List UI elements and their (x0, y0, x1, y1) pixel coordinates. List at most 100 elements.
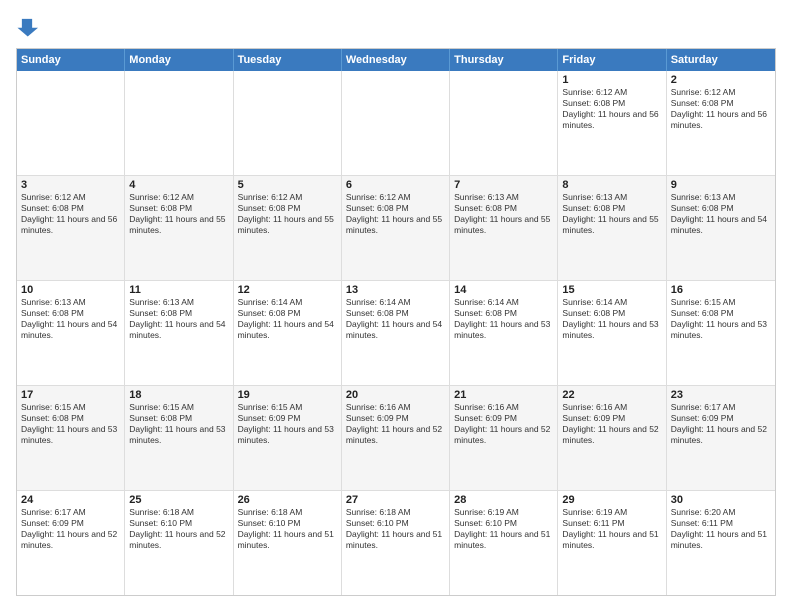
calendar-cell: 5Sunrise: 6:12 AM Sunset: 6:08 PM Daylig… (234, 176, 342, 280)
calendar-row: 10Sunrise: 6:13 AM Sunset: 6:08 PM Dayli… (17, 280, 775, 385)
calendar-cell: 25Sunrise: 6:18 AM Sunset: 6:10 PM Dayli… (125, 491, 233, 595)
calendar-row: 24Sunrise: 6:17 AM Sunset: 6:09 PM Dayli… (17, 490, 775, 595)
calendar-row: 17Sunrise: 6:15 AM Sunset: 6:08 PM Dayli… (17, 385, 775, 490)
day-number: 20 (346, 389, 445, 401)
day-number: 19 (238, 389, 337, 401)
day-info: Sunrise: 6:13 AM Sunset: 6:08 PM Dayligh… (562, 192, 661, 236)
day-number: 10 (21, 284, 120, 296)
calendar-cell: 19Sunrise: 6:15 AM Sunset: 6:09 PM Dayli… (234, 386, 342, 490)
calendar-cell (234, 71, 342, 175)
calendar-cell: 8Sunrise: 6:13 AM Sunset: 6:08 PM Daylig… (558, 176, 666, 280)
day-info: Sunrise: 6:15 AM Sunset: 6:08 PM Dayligh… (129, 402, 228, 446)
calendar-cell (450, 71, 558, 175)
day-info: Sunrise: 6:14 AM Sunset: 6:08 PM Dayligh… (238, 297, 337, 341)
calendar-cell: 24Sunrise: 6:17 AM Sunset: 6:09 PM Dayli… (17, 491, 125, 595)
day-info: Sunrise: 6:13 AM Sunset: 6:08 PM Dayligh… (21, 297, 120, 341)
day-number: 16 (671, 284, 771, 296)
day-number: 14 (454, 284, 553, 296)
day-info: Sunrise: 6:12 AM Sunset: 6:08 PM Dayligh… (129, 192, 228, 236)
calendar-cell: 10Sunrise: 6:13 AM Sunset: 6:08 PM Dayli… (17, 281, 125, 385)
day-info: Sunrise: 6:15 AM Sunset: 6:08 PM Dayligh… (671, 297, 771, 341)
day-info: Sunrise: 6:12 AM Sunset: 6:08 PM Dayligh… (21, 192, 120, 236)
day-info: Sunrise: 6:19 AM Sunset: 6:10 PM Dayligh… (454, 507, 553, 551)
day-info: Sunrise: 6:12 AM Sunset: 6:08 PM Dayligh… (346, 192, 445, 236)
day-number: 30 (671, 494, 771, 506)
day-number: 8 (562, 179, 661, 191)
page: SundayMondayTuesdayWednesdayThursdayFrid… (0, 0, 792, 612)
day-number: 26 (238, 494, 337, 506)
day-number: 7 (454, 179, 553, 191)
calendar-cell: 3Sunrise: 6:12 AM Sunset: 6:08 PM Daylig… (17, 176, 125, 280)
calendar-cell: 18Sunrise: 6:15 AM Sunset: 6:08 PM Dayli… (125, 386, 233, 490)
day-number: 12 (238, 284, 337, 296)
calendar-cell: 14Sunrise: 6:14 AM Sunset: 6:08 PM Dayli… (450, 281, 558, 385)
day-info: Sunrise: 6:14 AM Sunset: 6:08 PM Dayligh… (346, 297, 445, 341)
day-number: 11 (129, 284, 228, 296)
day-number: 18 (129, 389, 228, 401)
calendar-row: 1Sunrise: 6:12 AM Sunset: 6:08 PM Daylig… (17, 71, 775, 175)
day-info: Sunrise: 6:13 AM Sunset: 6:08 PM Dayligh… (454, 192, 553, 236)
header-day-friday: Friday (558, 49, 666, 71)
logo-icon (16, 16, 38, 38)
day-number: 1 (562, 74, 661, 86)
header-day-tuesday: Tuesday (234, 49, 342, 71)
header-day-saturday: Saturday (667, 49, 775, 71)
calendar-cell: 21Sunrise: 6:16 AM Sunset: 6:09 PM Dayli… (450, 386, 558, 490)
day-number: 3 (21, 179, 120, 191)
day-number: 27 (346, 494, 445, 506)
calendar-cell: 6Sunrise: 6:12 AM Sunset: 6:08 PM Daylig… (342, 176, 450, 280)
calendar-cell: 12Sunrise: 6:14 AM Sunset: 6:08 PM Dayli… (234, 281, 342, 385)
calendar-cell: 7Sunrise: 6:13 AM Sunset: 6:08 PM Daylig… (450, 176, 558, 280)
day-info: Sunrise: 6:16 AM Sunset: 6:09 PM Dayligh… (454, 402, 553, 446)
day-number: 6 (346, 179, 445, 191)
day-number: 9 (671, 179, 771, 191)
day-info: Sunrise: 6:16 AM Sunset: 6:09 PM Dayligh… (562, 402, 661, 446)
day-number: 29 (562, 494, 661, 506)
calendar-cell: 17Sunrise: 6:15 AM Sunset: 6:08 PM Dayli… (17, 386, 125, 490)
day-number: 22 (562, 389, 661, 401)
day-number: 28 (454, 494, 553, 506)
day-number: 4 (129, 179, 228, 191)
calendar-cell: 16Sunrise: 6:15 AM Sunset: 6:08 PM Dayli… (667, 281, 775, 385)
calendar-cell (125, 71, 233, 175)
calendar-cell: 11Sunrise: 6:13 AM Sunset: 6:08 PM Dayli… (125, 281, 233, 385)
calendar-cell: 22Sunrise: 6:16 AM Sunset: 6:09 PM Dayli… (558, 386, 666, 490)
header (16, 16, 776, 38)
calendar-cell: 28Sunrise: 6:19 AM Sunset: 6:10 PM Dayli… (450, 491, 558, 595)
calendar-cell: 2Sunrise: 6:12 AM Sunset: 6:08 PM Daylig… (667, 71, 775, 175)
day-number: 25 (129, 494, 228, 506)
header-day-thursday: Thursday (450, 49, 558, 71)
calendar-cell: 23Sunrise: 6:17 AM Sunset: 6:09 PM Dayli… (667, 386, 775, 490)
calendar-cell (17, 71, 125, 175)
calendar-cell: 9Sunrise: 6:13 AM Sunset: 6:08 PM Daylig… (667, 176, 775, 280)
day-number: 13 (346, 284, 445, 296)
day-info: Sunrise: 6:14 AM Sunset: 6:08 PM Dayligh… (454, 297, 553, 341)
day-info: Sunrise: 6:18 AM Sunset: 6:10 PM Dayligh… (238, 507, 337, 551)
day-number: 2 (671, 74, 771, 86)
calendar-cell: 15Sunrise: 6:14 AM Sunset: 6:08 PM Dayli… (558, 281, 666, 385)
calendar-cell: 30Sunrise: 6:20 AM Sunset: 6:11 PM Dayli… (667, 491, 775, 595)
day-info: Sunrise: 6:12 AM Sunset: 6:08 PM Dayligh… (238, 192, 337, 236)
header-day-wednesday: Wednesday (342, 49, 450, 71)
day-info: Sunrise: 6:17 AM Sunset: 6:09 PM Dayligh… (21, 507, 120, 551)
header-day-monday: Monday (125, 49, 233, 71)
calendar-cell: 27Sunrise: 6:18 AM Sunset: 6:10 PM Dayli… (342, 491, 450, 595)
calendar: SundayMondayTuesdayWednesdayThursdayFrid… (16, 48, 776, 596)
logo (16, 16, 42, 38)
day-info: Sunrise: 6:13 AM Sunset: 6:08 PM Dayligh… (129, 297, 228, 341)
calendar-cell: 13Sunrise: 6:14 AM Sunset: 6:08 PM Dayli… (342, 281, 450, 385)
day-number: 21 (454, 389, 553, 401)
day-info: Sunrise: 6:19 AM Sunset: 6:11 PM Dayligh… (562, 507, 661, 551)
day-info: Sunrise: 6:14 AM Sunset: 6:08 PM Dayligh… (562, 297, 661, 341)
calendar-cell (342, 71, 450, 175)
calendar-body: 1 Sunrise: 6:12 AM Sunset: 6:08 PM Daylig… (17, 71, 775, 595)
calendar-cell: 4Sunrise: 6:12 AM Sunset: 6:08 PM Daylig… (125, 176, 233, 280)
day-info: Sunrise: 6:13 AM Sunset: 6:08 PM Dayligh… (671, 192, 771, 236)
calendar-cell: 20Sunrise: 6:16 AM Sunset: 6:09 PM Dayli… (342, 386, 450, 490)
day-number: 5 (238, 179, 337, 191)
day-number: 24 (21, 494, 120, 506)
day-info: Sunrise: 6:16 AM Sunset: 6:09 PM Dayligh… (346, 402, 445, 446)
calendar-cell: 29Sunrise: 6:19 AM Sunset: 6:11 PM Dayli… (558, 491, 666, 595)
day-info: Sunrise: 6:18 AM Sunset: 6:10 PM Dayligh… (129, 507, 228, 551)
calendar-cell: 1Sunrise: 6:12 AM Sunset: 6:08 PM Daylig… (558, 71, 666, 175)
